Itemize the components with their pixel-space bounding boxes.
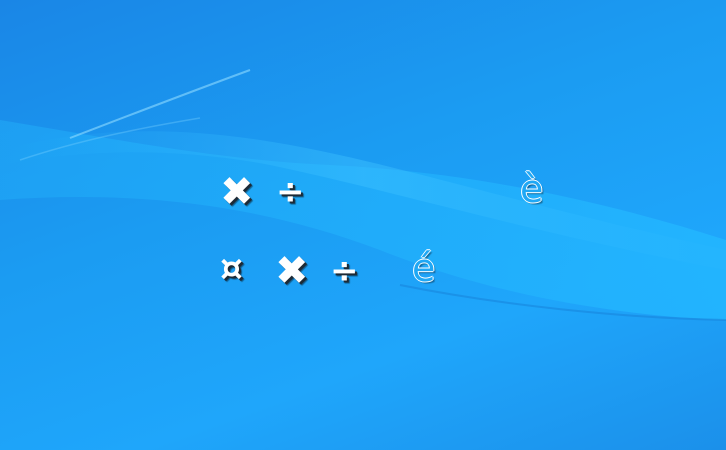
desktop: ✖ ÷ è ¤ ✖ ÷ é bbox=[0, 0, 726, 450]
multiply-icon[interactable]: ✖ bbox=[220, 172, 254, 212]
multiply-icon[interactable]: ✖ bbox=[275, 251, 309, 291]
wallpaper-waves bbox=[0, 69, 726, 321]
e-acute-icon[interactable]: é bbox=[412, 249, 435, 287]
e-grave-icon[interactable]: è bbox=[520, 170, 543, 208]
currency-icon[interactable]: ¤ bbox=[220, 251, 243, 287]
divide-icon[interactable]: ÷ bbox=[330, 254, 359, 288]
divide-icon[interactable]: ÷ bbox=[276, 175, 305, 209]
